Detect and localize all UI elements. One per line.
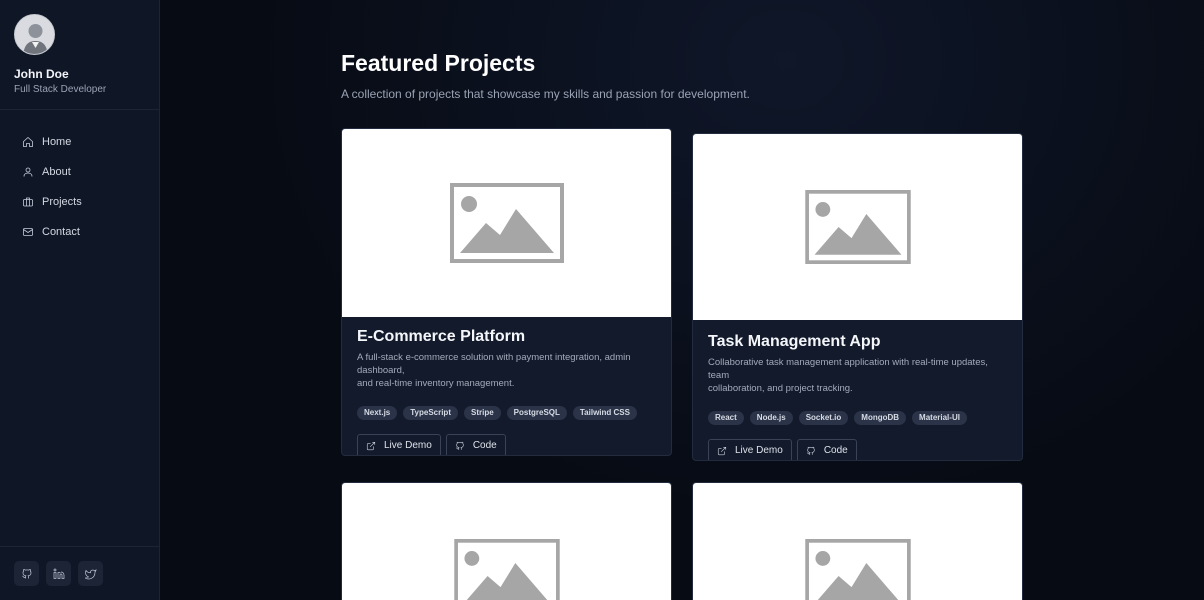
project-image xyxy=(693,483,1022,600)
project-description-line: A full-stack e-commerce solution with pa… xyxy=(357,352,631,376)
code-label: Code xyxy=(472,440,497,451)
project-title: E-Commerce Platform xyxy=(357,328,526,345)
tech-tag: Material-UI xyxy=(912,411,967,425)
tech-tag: PostgreSQL xyxy=(506,406,567,420)
linkedin-icon xyxy=(53,568,64,579)
project-description: A full-stack e-commerce solution with pa… xyxy=(357,351,656,390)
profile-name: John Doe xyxy=(14,67,69,81)
project-card[interactable]: Task Management App Collaborative task m… xyxy=(692,133,1023,461)
page-subtitle: A collection of projects that showcase m… xyxy=(341,87,750,101)
project-actions: Live Demo Code xyxy=(708,439,1007,460)
live-demo-label: Live Demo xyxy=(735,445,783,456)
sidebar-item-home[interactable]: Home xyxy=(0,127,159,157)
image-placeholder-icon xyxy=(449,182,564,263)
mail-icon xyxy=(23,228,33,236)
twitter-button[interactable] xyxy=(78,561,103,586)
project-image xyxy=(342,129,671,317)
sidebar-item-label: Home xyxy=(42,136,72,148)
main-content: Featured Projects A collection of projec… xyxy=(160,0,1204,600)
project-card[interactable] xyxy=(692,482,1023,600)
user-icon xyxy=(23,167,33,177)
image-placeholder-icon xyxy=(453,539,560,600)
avatar xyxy=(14,14,55,55)
project-image xyxy=(342,483,671,600)
tech-tags: Next.js TypeScript Stripe PostgreSQL Tai… xyxy=(357,406,656,420)
live-demo-button[interactable]: Live Demo xyxy=(708,439,792,460)
sidebar-item-label: Projects xyxy=(42,196,82,208)
github-icon xyxy=(806,446,815,455)
briefcase-icon xyxy=(23,197,33,207)
sidebar-item-contact[interactable]: Contact xyxy=(0,217,159,247)
project-actions: Live Demo Code xyxy=(357,434,656,455)
project-description-line: Collaborative task management applicatio… xyxy=(708,357,988,381)
code-button[interactable]: Code xyxy=(796,439,857,460)
live-demo-button[interactable]: Live Demo xyxy=(357,434,441,455)
page-title: Featured Projects xyxy=(341,50,536,76)
profile: John Doe Full Stack Developer xyxy=(0,0,159,110)
twitter-icon xyxy=(84,568,97,579)
image-placeholder-icon xyxy=(804,190,911,264)
tech-tag: Stripe xyxy=(463,406,501,420)
sidebar-nav: Home About Projects Contact xyxy=(0,110,159,247)
tech-tag: Next.js xyxy=(357,406,398,420)
sidebar-item-label: Contact xyxy=(42,226,80,238)
tech-tags: React Node.js Socket.io MongoDB Material… xyxy=(708,411,1007,425)
tech-tag: Tailwind CSS xyxy=(572,406,637,420)
sidebar-item-about[interactable]: About xyxy=(0,157,159,187)
live-demo-label: Live Demo xyxy=(384,440,432,451)
github-icon xyxy=(21,568,31,578)
tech-tag: MongoDB xyxy=(854,411,907,425)
tech-tag: Node.js xyxy=(749,411,793,425)
sidebar-item-projects[interactable]: Projects xyxy=(0,187,159,217)
tech-tag: TypeScript xyxy=(403,406,458,420)
tech-tag: React xyxy=(708,411,744,425)
project-description-line: collaboration, and project tracking. xyxy=(708,383,853,394)
social-links xyxy=(0,546,160,600)
project-image xyxy=(693,134,1022,320)
sidebar-item-label: About xyxy=(42,166,71,178)
project-description-line: and real-time inventory management. xyxy=(357,378,515,389)
project-card[interactable]: E-Commerce Platform A full-stack e-comme… xyxy=(341,128,672,456)
code-label: Code xyxy=(823,445,848,456)
github-button[interactable] xyxy=(14,561,39,586)
sidebar: John Doe Full Stack Developer Home About… xyxy=(0,0,160,600)
project-card[interactable] xyxy=(341,482,672,600)
home-icon xyxy=(23,136,33,147)
project-title: Task Management App xyxy=(708,333,881,350)
profile-role: Full Stack Developer xyxy=(14,84,107,95)
image-placeholder-icon xyxy=(804,539,911,600)
code-button[interactable]: Code xyxy=(445,434,506,455)
github-icon xyxy=(455,441,464,450)
linkedin-button[interactable] xyxy=(46,561,71,586)
project-description: Collaborative task management applicatio… xyxy=(708,356,1007,395)
external-link-icon xyxy=(366,441,376,450)
tech-tag: Socket.io xyxy=(798,411,849,425)
external-link-icon xyxy=(717,446,727,455)
